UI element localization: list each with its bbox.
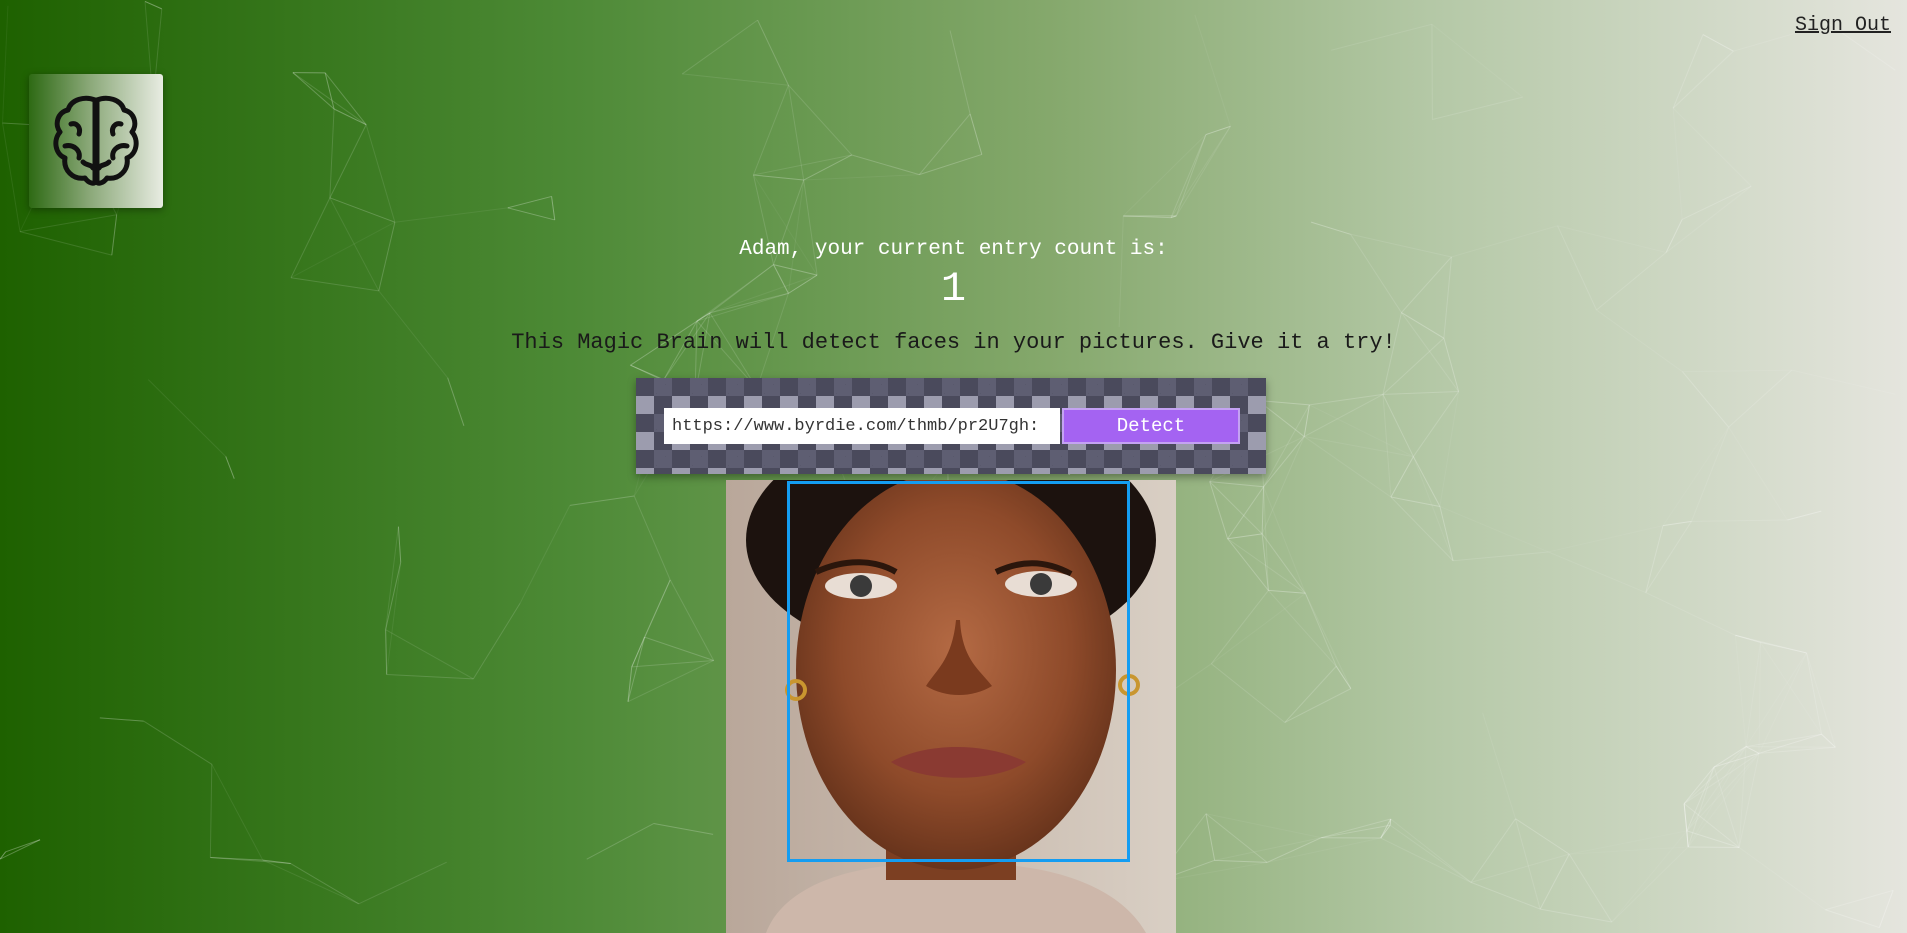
sign-out-link[interactable]: Sign Out [1795,14,1891,37]
brain-logo-tile [29,74,163,208]
tagline-text: This Magic Brain will detect faces in yo… [511,330,1396,355]
entry-count-message: Adam, your current entry count is: [739,238,1168,261]
detect-button[interactable]: Detect [1062,408,1240,444]
entry-count-value: 1 [940,265,967,313]
entry-count-block: Adam, your current entry count is: 1 [0,236,1907,312]
brain-icon [53,95,139,186]
image-url-form: Detect [636,378,1266,474]
face-bounding-box [787,481,1130,862]
image-url-input[interactable] [664,408,1060,444]
